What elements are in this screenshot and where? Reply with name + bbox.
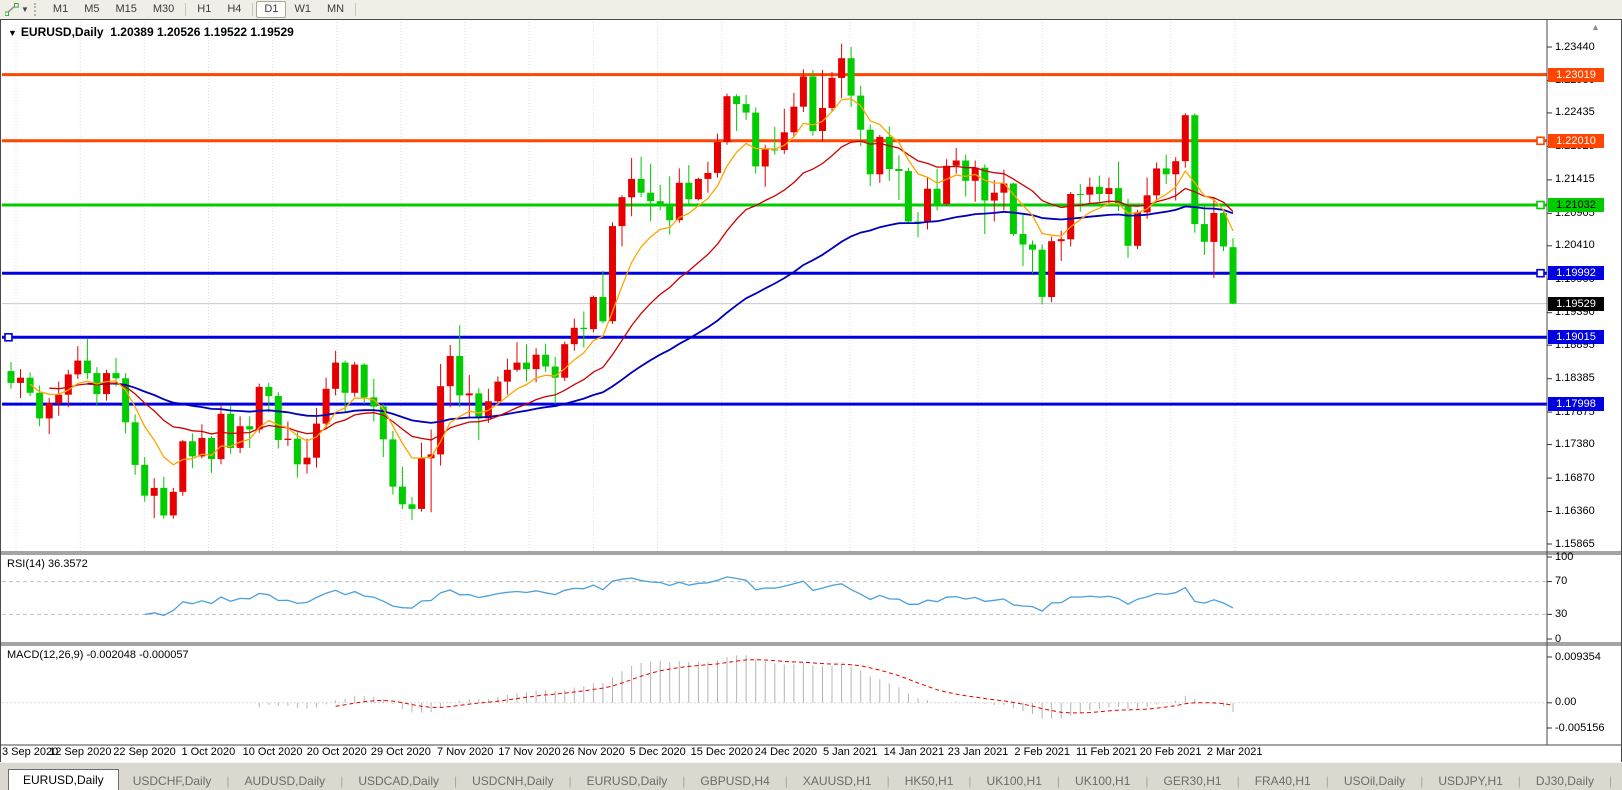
chart-tab-usdcad-daily[interactable]: USDCAD,Daily: [344, 772, 453, 790]
date-axis-label: 15 Dec 2020: [690, 746, 754, 758]
date-axis-label: 20 Feb 2021: [1139, 746, 1202, 758]
date-axis-label: 10 Oct 2020: [242, 746, 303, 758]
date-axis-label: 1 Oct 2020: [181, 746, 236, 758]
toolbar-separator: [252, 3, 254, 16]
price-axis-tick: 1.21415: [1555, 173, 1595, 186]
timeframe-button-m15[interactable]: M15: [107, 1, 144, 18]
chart-tab-xauusd-h1[interactable]: XAUUSD,H1: [789, 772, 886, 790]
scroll-up-icon[interactable]: ▲: [1591, 22, 1600, 32]
hline-price-tag[interactable]: 1.22010: [1548, 133, 1604, 148]
chart-tab-hk50-h1[interactable]: HK50,H1: [891, 772, 968, 790]
date-axis-label: 24 Dec 2020: [754, 746, 818, 758]
chart-tab-uk100-h1[interactable]: UK100,H1: [973, 772, 1056, 790]
chart-canvas[interactable]: [1, 20, 1621, 762]
chart-tab-usdcnh-daily[interactable]: USDCNH,Daily: [458, 772, 567, 790]
date-axis-label: 12 Sep 2020: [49, 746, 112, 758]
price-axis-tick: 1.23440: [1555, 40, 1595, 53]
rsi-indicator-label: RSI(14) 36.3572: [7, 558, 88, 570]
rsi-axis-tick: 0: [1555, 632, 1562, 645]
chart-tab-dj30-daily[interactable]: DJ30,Daily: [1522, 772, 1608, 790]
macd-axis-tick: 0.009354: [1555, 650, 1601, 663]
date-axis-label: 5 Dec 2020: [629, 746, 686, 758]
date-axis-label: 2 Feb 2021: [1014, 746, 1071, 758]
price-axis-tick: 1.16870: [1555, 471, 1595, 484]
timeframe-button-m30[interactable]: M30: [145, 1, 182, 18]
date-axis-label: 5 Jan 2021: [822, 746, 878, 758]
chart-ohlc-values: 1.20389 1.20526 1.19522 1.19529: [110, 25, 294, 39]
price-axis-tick: 1.16360: [1555, 505, 1595, 517]
date-axis-label: 17 Nov 2020: [498, 746, 561, 758]
date-axis-label: 14 Jan 2021: [883, 746, 945, 758]
toolbar-grip: [33, 3, 41, 16]
chart-title-caret-icon[interactable]: ▼: [8, 28, 17, 38]
toolbar-separator: [355, 3, 357, 16]
date-axis-label: 29 Oct 2020: [370, 746, 431, 758]
chart-tab-usoil-daily[interactable]: USOil,Daily: [1330, 772, 1419, 790]
timeframe-button-m5[interactable]: M5: [76, 1, 107, 18]
timeframe-buttons: M1 M5 M15 M30 H1 H4 D1 W1 MN: [45, 1, 359, 18]
cursor-tool-icon[interactable]: [3, 2, 21, 17]
timeframe-button-w1[interactable]: W1: [286, 1, 319, 18]
chart-window[interactable]: ▼ EURUSD,Daily 1.20389 1.20526 1.19522 1.…: [0, 19, 1622, 763]
chart-tab-eurusd-daily[interactable]: EURUSD,Daily: [573, 772, 682, 790]
price-axis-tick: 1.15865: [1555, 537, 1595, 550]
hline-price-tag[interactable]: 1.21032: [1548, 198, 1604, 212]
date-axis-label: 11 Feb 2021: [1076, 746, 1138, 758]
timeframe-toolbar: ▼ M1 M5 M15 M30 H1 H4 D1 W1 MN: [0, 0, 1622, 20]
date-axis-label: 20 Oct 2020: [306, 746, 367, 758]
date-axis-label: 23 Jan 2021: [947, 746, 1009, 758]
chart-tab-usdjpy-h1[interactable]: USDJPY,H1: [1424, 772, 1516, 790]
price-axis-tick: 1.20410: [1555, 239, 1595, 252]
chart-tab-fra40-h1[interactable]: FRA40,H1: [1241, 772, 1325, 790]
chart-title: ▼ EURUSD,Daily 1.20389 1.20526 1.19522 1.…: [8, 25, 294, 39]
macd-axis-tick: 0.00: [1555, 696, 1577, 709]
timeframe-button-h4[interactable]: H4: [219, 1, 249, 18]
current-price-tag: 1.19529: [1548, 296, 1604, 311]
chart-symbol-label: EURUSD,Daily: [20, 25, 104, 39]
macd-axis-tick: -0.005156: [1555, 721, 1605, 734]
hline-price-tag[interactable]: 1.17998: [1548, 397, 1604, 412]
timeframe-button-h1[interactable]: H1: [189, 1, 219, 18]
timeframe-button-d1[interactable]: D1: [256, 1, 287, 18]
date-axis-label: 26 Nov 2020: [562, 746, 625, 758]
timeframe-button-m1[interactable]: M1: [45, 1, 76, 18]
rsi-axis-tick: 30: [1555, 607, 1568, 620]
toolbar-separator: [185, 3, 187, 16]
price-axis-tick: 1.18385: [1555, 372, 1595, 385]
price-axis-tick: 1.17380: [1555, 438, 1595, 451]
cursor-tool-dropdown-icon[interactable]: ▼: [21, 5, 29, 14]
chart-tab-ger30-h1[interactable]: GER30,H1: [1150, 772, 1236, 790]
hline-price-tag[interactable]: 1.19015: [1548, 330, 1604, 345]
date-axis-label: 22 Sep 2020: [113, 746, 176, 758]
chart-tab-gbpusd-h4[interactable]: GBPUSD,H4: [686, 772, 783, 790]
chart-tab-eurusd-daily[interactable]: EURUSD,Daily: [8, 769, 119, 790]
chart-tab-bar: EURUSD,Daily USDCHF,Daily | AUDUSD,Daily | US…: [0, 762, 1622, 790]
hline-price-tag[interactable]: 1.19992: [1548, 266, 1604, 281]
timeframe-button-mn[interactable]: MN: [319, 1, 352, 18]
hline-price-tag[interactable]: 1.23019: [1548, 67, 1604, 82]
macd-indicator-label: MACD(12,26,9) -0.002048 -0.000057: [7, 649, 189, 661]
date-axis-label: 7 Nov 2020: [437, 746, 494, 758]
chart-tab-usdchf-daily[interactable]: USDCHF,Daily: [119, 772, 226, 790]
chart-tab-china300-h1[interactable]: CHINA300,H1: [1613, 772, 1622, 790]
rsi-axis-tick: 70: [1555, 575, 1568, 588]
chart-tab-audusd-daily[interactable]: AUDUSD,Daily: [231, 772, 340, 790]
mt4-terminal: ▼ M1 M5 M15 M30 H1 H4 D1 W1 MN ▼ EURUSD,Daily 1.2…: [0, 0, 1622, 790]
rsi-axis-tick: 100: [1555, 550, 1574, 563]
date-axis-label: 2 Mar 2021: [1206, 746, 1263, 758]
price-axis-tick: 1.22435: [1555, 106, 1595, 119]
chart-tab-uk100-h1[interactable]: UK100,H1: [1061, 772, 1144, 790]
